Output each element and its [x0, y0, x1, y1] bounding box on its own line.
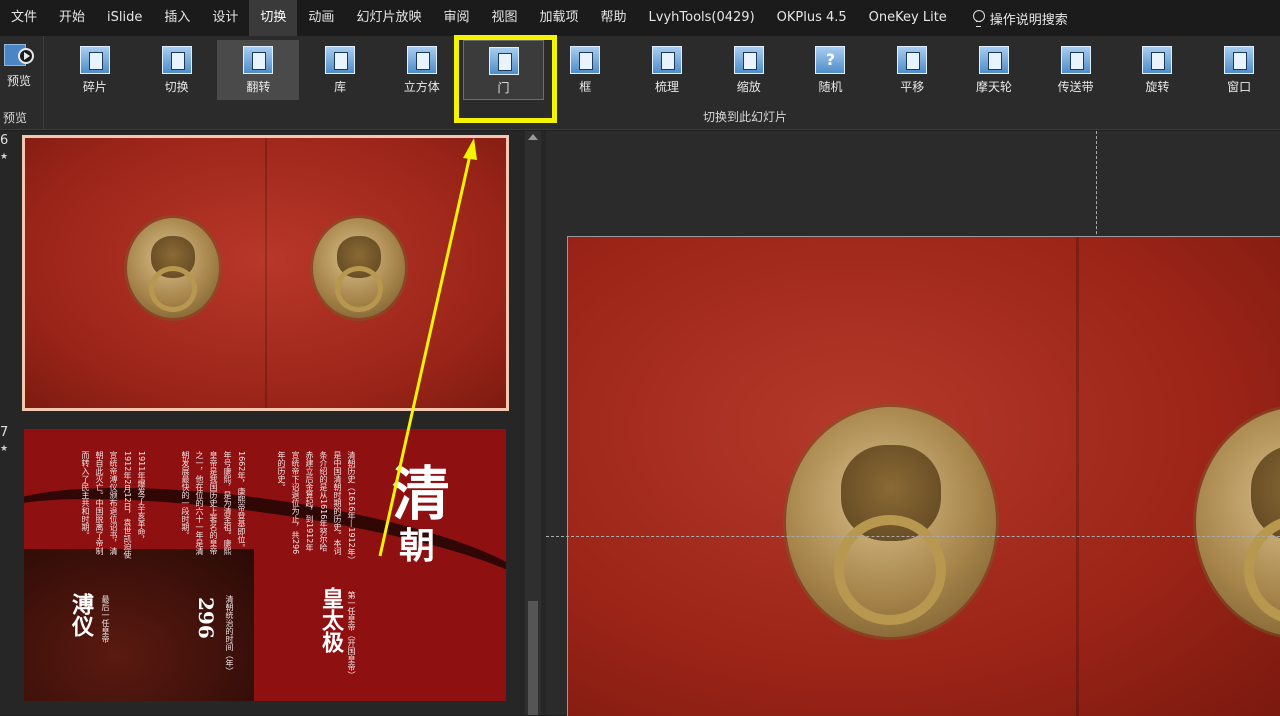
door-knocker-left [127, 218, 219, 318]
history-col-5: 宣统帝下诏退位为止，共296 [291, 451, 300, 555]
history-col-16: 而转入了民主共和时期。 [81, 451, 90, 539]
history-col-9: 皇帝是我国历史上著名的皇帝 [209, 451, 218, 555]
question-icon [815, 46, 846, 74]
history-col-6: 年的历史。 [277, 451, 286, 491]
transition-star-icon: ★ [0, 444, 9, 454]
preview-play-icon [4, 42, 34, 70]
effect-switch[interactable]: 切换 [136, 40, 218, 100]
door-knocker-right [313, 218, 405, 318]
effect-flip[interactable]: 翻转 [217, 40, 300, 100]
effect-comb[interactable]: 梳理 [626, 40, 708, 100]
lightbulb-icon [972, 10, 985, 27]
effect-gallery[interactable]: 库 [299, 40, 381, 100]
gallery-icon [325, 46, 356, 74]
shred-icon [79, 46, 110, 74]
tab-transitions[interactable]: 切换 [249, 0, 298, 36]
effect-random[interactable]: 随机 [790, 40, 872, 100]
duration-label: 清朝统治的时间（年） [225, 595, 234, 675]
conveyor-icon [1060, 46, 1091, 74]
box-icon [570, 46, 601, 74]
highlight-box [454, 35, 557, 123]
effect-pan[interactable]: 平移 [871, 40, 953, 100]
menu-bar: 文件 开始 iSlide 插入 设计 切换 动画 幻灯片放映 审阅 视图 加载项… [0, 0, 1280, 36]
flip-icon [243, 46, 274, 74]
first-emperor-label: 第一任皇帝（开国皇帝） [347, 591, 356, 679]
history-col-11: 朝发展最快的一段时期。 [181, 451, 190, 539]
effect-rotate[interactable]: 旋转 [1117, 40, 1199, 100]
slide-number-7: 7 [0, 425, 9, 440]
transition-star-icon: ★ [0, 152, 9, 162]
history-col-4: 赤建立后金算起，到1912年 [305, 451, 314, 552]
tab-insert[interactable]: 插入 [153, 0, 201, 36]
preview-button-label: 预览 [6, 74, 31, 88]
scrollbar-thumb[interactable] [528, 601, 538, 715]
main-door-knocker-left [786, 407, 996, 637]
scroll-up-arrow-icon[interactable] [528, 134, 538, 140]
history-col-14: 宣统帝溥仪颁布退位诏书，清 [109, 451, 118, 555]
effect-conveyor[interactable]: 传送带 [1035, 40, 1117, 100]
history-col-12: 1911年爆发了辛亥革命， [137, 451, 146, 544]
slide-number-6: 6 [0, 133, 9, 148]
history-col-13: 1912年2月12日，袁世凯迫使 [123, 451, 132, 559]
tell-me-search[interactable]: 操作说明搜索 [990, 9, 1068, 28]
main-door-knocker-right [1196, 407, 1280, 637]
history-col-8: 年号康熙，是为清圣祖。康熙 [223, 451, 232, 555]
effect-shred[interactable]: 碎片 [54, 40, 136, 100]
thumbnail-scrollbar[interactable] [525, 131, 541, 715]
transition-group-label: 切换到此幻灯片 [702, 110, 787, 124]
tab-onekey[interactable]: OneKey Lite [858, 0, 958, 36]
tab-review[interactable]: 审阅 [432, 0, 480, 36]
last-emperor-label: 最后一任皇帝 [101, 595, 110, 643]
history-col-1: 清朝历史（1616年—1912年） [347, 451, 356, 564]
title-char-chao: 朝 [399, 525, 436, 567]
tab-file[interactable]: 文件 [0, 0, 48, 36]
effect-ferris-wheel[interactable]: 摩天轮 [953, 40, 1035, 100]
tab-slideshow[interactable]: 幻灯片放映 [345, 0, 432, 36]
horizontal-guide [546, 536, 1280, 537]
ferris-wheel-icon [978, 46, 1009, 74]
tab-view[interactable]: 视图 [480, 0, 528, 36]
cube-icon [406, 46, 437, 74]
last-emperor-name: 溥仪 [68, 593, 94, 637]
history-col-3: 条介绍的是从1616年努尔哈 [319, 451, 328, 552]
switch-icon [161, 46, 192, 74]
thumbnail-pane: 6 ★ 7 ★ 清 朝 清朝历史（1616年—1912年） 是中国清朝时期的历史… [0, 131, 546, 715]
main-slide-canvas[interactable] [567, 236, 1280, 716]
effect-cube[interactable]: 立方体 [381, 40, 463, 100]
comb-icon [652, 46, 682, 74]
tab-lvyhtools[interactable]: LvyhTools(0429) [638, 0, 766, 36]
window-icon [1224, 46, 1255, 74]
pan-icon [897, 46, 928, 74]
transition-gallery: 碎片 切换 翻转 库 立方体 门 框 梳理 缩放 随机 平移 摩天轮 传送带 旋… [54, 40, 1280, 100]
tab-home[interactable]: 开始 [48, 0, 96, 36]
tab-okplus[interactable]: OKPlus 4.5 [766, 0, 858, 36]
tab-islide[interactable]: iSlide [96, 0, 153, 36]
effect-window[interactable]: 窗口 [1198, 40, 1280, 100]
duration-value: 296 [194, 597, 218, 639]
tab-animations[interactable]: 动画 [297, 0, 345, 36]
tab-design[interactable]: 设计 [201, 0, 249, 36]
history-col-10: 之一，他在位的六十一年是清 [195, 451, 204, 555]
preview-button[interactable]: 预览 [2, 40, 36, 96]
history-col-15: 朝自此灭亡。中国脱离了帝制 [95, 451, 104, 555]
effect-zoom[interactable]: 缩放 [708, 40, 790, 100]
first-emperor-name: 皇太极 [318, 587, 344, 653]
history-col-2: 是中国清朝时期的历史。本词 [333, 451, 342, 555]
rotate-icon [1142, 46, 1173, 74]
slide-thumbnail-7[interactable]: 清 朝 清朝历史（1616年—1912年） 是中国清朝时期的历史。本词 条介绍的… [24, 429, 506, 701]
zoom-icon [733, 46, 764, 74]
ribbon: 预览 预览 碎片 切换 翻转 库 立方体 门 框 梳理 缩放 随机 平移 摩天轮… [0, 36, 1280, 130]
history-col-7: 1662年，康熙帝登基即位。 [237, 451, 246, 552]
tab-addins[interactable]: 加载项 [528, 0, 589, 36]
tab-help[interactable]: 帮助 [590, 0, 638, 36]
slide-editor [546, 131, 1280, 716]
slide-thumbnail-6[interactable] [22, 135, 509, 411]
